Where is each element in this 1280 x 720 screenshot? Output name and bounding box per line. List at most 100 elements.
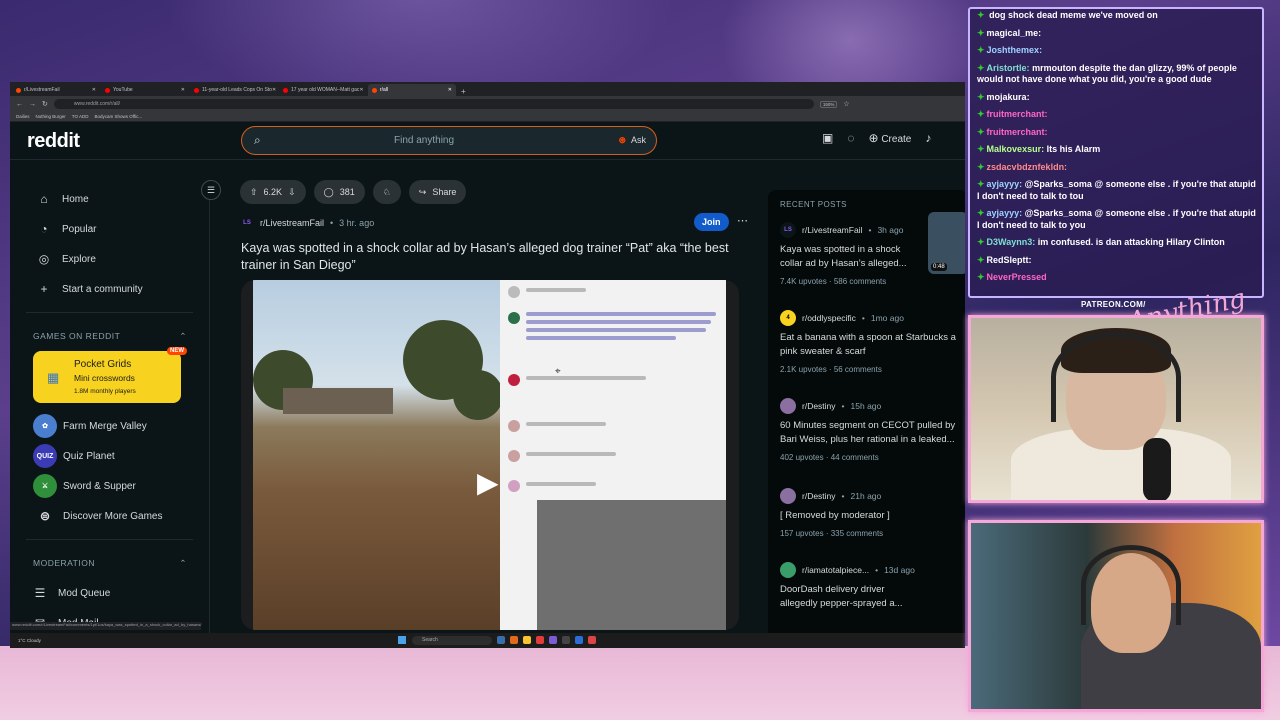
app-icon[interactable] (536, 636, 544, 644)
chat-message: ✦ fruitmerchant: (970, 109, 1262, 121)
share-button[interactable]: ↪ Share (408, 180, 467, 204)
chat-message: ✦ ayjayyy: @Sparks_soma @ someone else . … (970, 208, 1262, 231)
chat-username[interactable]: NeverPressed (987, 272, 1047, 282)
chat-username[interactable]: mojakura: (987, 92, 1030, 102)
browser-tab[interactable]: 11-year-old Leads Cops On Sto ✕ (190, 84, 278, 96)
browser-tab[interactable]: 17 year old WOMAN--Matt gac ✕ (279, 84, 367, 96)
app-icon[interactable] (510, 636, 518, 644)
bookmark[interactable]: Nothing Burger (36, 114, 66, 119)
sidebar-item-popular[interactable]: ◔ Popular (10, 214, 209, 244)
bookmarks-bar: Dailies Nothing Burger TO ADD Bodycam Sh… (10, 112, 965, 122)
sub-badge-icon: ✦ (977, 45, 985, 55)
post-meta: LS r/LivestreamFail • 3 hr. ago Join ⋯ (240, 213, 748, 231)
chat-text: dog shock dead meme we've moved on (989, 10, 1158, 20)
bookmark[interactable]: TO ADD (72, 114, 89, 119)
sidebar-item-start-community[interactable]: + Start a community (10, 274, 209, 304)
chat-icon[interactable]: ◌ (847, 131, 854, 145)
chat-username[interactable]: D3Waynn3: (987, 237, 1036, 247)
back-icon[interactable]: ← (16, 101, 23, 108)
browser-tab-active[interactable]: r/all ✕ (368, 84, 456, 96)
subreddit-avatar (780, 488, 796, 504)
more-options-icon[interactable]: ⋯ (737, 214, 748, 227)
sidebar-item-explore[interactable]: ◎ Explore (10, 244, 209, 274)
sidebar-item-discover-games[interactable]: ⊜ Discover More Games (10, 501, 209, 531)
windows-start-icon[interactable] (398, 636, 406, 644)
chat-username[interactable]: zsdacvbdznfekldn: (987, 162, 1068, 172)
sidebar-toggle-button[interactable]: ☰ (201, 180, 221, 200)
chat-username[interactable]: magical_me: (987, 28, 1042, 38)
sidebar-item-mod-queue[interactable]: ☰ Mod Queue (10, 578, 209, 608)
post-thumbnail[interactable]: 0:48 (928, 212, 965, 274)
app-icon[interactable] (523, 636, 531, 644)
chat-username[interactable]: RedSleptt: (987, 255, 1032, 265)
subreddit-avatar: LS (780, 222, 796, 238)
search-placeholder: Find anything (394, 135, 455, 146)
plus-icon: + (40, 282, 48, 296)
sub-badge-icon: ✦ (977, 179, 985, 189)
chat-username[interactable]: Malkovexsur: (987, 144, 1045, 154)
chat-username[interactable]: ayjayyy: (987, 179, 1023, 189)
app-icon[interactable] (562, 636, 570, 644)
sidebar-item-farm-merge-valley[interactable]: ✿ Farm Merge Valley (10, 411, 209, 441)
bookmark[interactable]: Dailies (16, 114, 30, 119)
video-frame-right (500, 280, 726, 630)
new-badge: NEW (167, 347, 187, 355)
recent-post[interactable]: r/Destiny • 21h ago [ Removed by moderator… (780, 488, 965, 538)
sidebar-item-home[interactable]: ⌂ Home (10, 184, 209, 214)
create-button[interactable]: ⊕ Create (868, 131, 911, 145)
chat-username[interactable]: Joshthemex: (987, 45, 1043, 55)
bookmark[interactable]: Bodycam Shows Offic... (94, 114, 142, 119)
play-icon[interactable]: ▶ (477, 466, 499, 499)
app-icon[interactable] (588, 636, 596, 644)
webcam-top (968, 315, 1264, 503)
weather-widget[interactable]: 1°C Cloudy (18, 638, 41, 643)
zoom-indicator[interactable]: 150% (819, 100, 838, 108)
app-icon[interactable] (549, 636, 557, 644)
share-icon: ↪ (418, 186, 427, 197)
close-icon[interactable]: ✕ (359, 87, 363, 93)
vote-control[interactable]: ⇧ 6.2K ⇩ (240, 180, 306, 204)
app-icon[interactable] (575, 636, 583, 644)
sidebar-item-quiz-planet[interactable]: QUIZ Quiz Planet (10, 441, 209, 471)
browser-tab[interactable]: YouTube ✕ (101, 84, 189, 96)
subreddit-avatar[interactable]: LS (240, 216, 254, 230)
close-icon[interactable]: ✕ (272, 87, 276, 93)
new-tab-button[interactable]: + (457, 87, 470, 96)
recent-post[interactable]: r/Destiny • 15h ago 60 Minutes segment on … (780, 398, 965, 462)
app-icon[interactable] (497, 636, 505, 644)
award-button[interactable]: ♘ (372, 180, 401, 204)
star-icon[interactable]: ☆ (843, 100, 849, 108)
recent-post[interactable]: 4 r/oddlyspecific • 1mo ago Eat a banana wi… (780, 310, 965, 374)
chat-username[interactable]: Aristortle: (987, 63, 1030, 73)
comments-button[interactable]: ◯ 381 (313, 180, 365, 204)
join-button[interactable]: Join (694, 213, 729, 231)
pocket-grids-card[interactable]: ▦ Pocket Grids Mini crosswords 1.8M mont… (33, 347, 187, 403)
video-player[interactable]: ▶ ⌖ (241, 280, 739, 630)
ads-icon[interactable]: ▣ (822, 131, 833, 145)
notifications-icon[interactable]: ♪ (925, 131, 931, 145)
reload-icon[interactable]: ↻ (42, 100, 48, 108)
reddit-logo[interactable]: reddit (27, 130, 80, 153)
moderation-section-header[interactable]: MODERATION ⌃ (10, 548, 209, 578)
chat-username[interactable]: fruitmerchant: (987, 127, 1048, 137)
chat-message: ✦ zsdacvbdznfekldn: (970, 162, 1262, 174)
forward-icon[interactable]: → (29, 101, 36, 108)
close-icon[interactable]: ✕ (181, 87, 185, 93)
chat-username[interactable]: ayjayyy: (987, 208, 1023, 218)
post-title[interactable]: Kaya was spotted in a shock collar ad by… (241, 240, 731, 274)
downvote-icon[interactable]: ⇩ (288, 187, 296, 198)
browser-tab[interactable]: r/LivestreamFail ✕ (12, 84, 100, 96)
sidebar-item-sword-supper[interactable]: ⚔ Sword & Supper (10, 471, 209, 501)
url-input[interactable]: www.reddit.com/r/all/ (53, 99, 814, 109)
ask-button[interactable]: ⊛ Ask (618, 135, 646, 146)
taskbar-search[interactable]: Search (412, 636, 492, 645)
recent-post[interactable]: r/iamatotalpiece... • 13d ago DoorDash del… (780, 562, 965, 611)
subreddit-link[interactable]: r/LivestreamFail (260, 218, 324, 228)
upvote-icon[interactable]: ⇧ (250, 187, 258, 198)
close-icon[interactable]: ✕ (92, 87, 96, 93)
search-input[interactable]: ⌕ Find anything ⊛ Ask (241, 126, 657, 155)
subreddit-avatar (780, 398, 796, 414)
close-icon[interactable]: ✕ (448, 87, 452, 93)
chat-username[interactable]: fruitmerchant: (987, 109, 1048, 119)
left-sidebar: ⌂ Home ◔ Popular ◎ Explore + Start a communi… (10, 180, 210, 648)
